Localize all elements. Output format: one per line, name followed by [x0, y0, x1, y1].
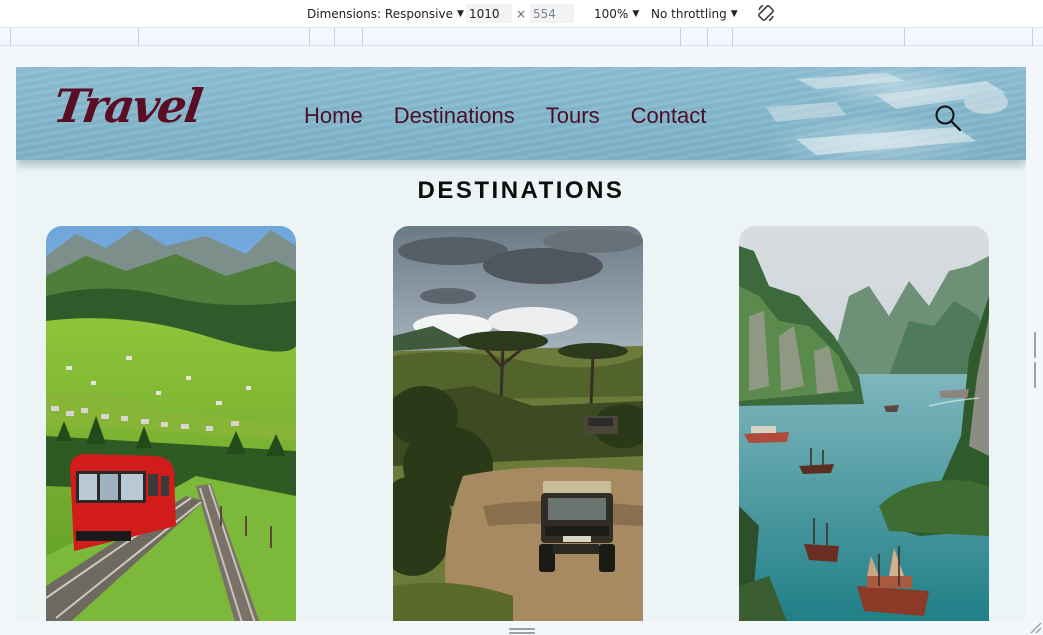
- section-title: DESTINATIONS: [417, 177, 625, 204]
- emulated-viewport: Travel Home Destinations Tours Contact D…: [16, 67, 1026, 621]
- chevron-down-icon: ▼: [632, 8, 640, 19]
- dimensions-label: Dimensions: Responsive: [307, 6, 453, 21]
- dimensions-dropdown[interactable]: Dimensions: Responsive ▼: [307, 0, 464, 27]
- throttling-label: No throttling: [651, 6, 727, 21]
- chevron-down-icon: ▼: [730, 8, 738, 19]
- site-header: Travel Home Destinations Tours Contact: [16, 67, 1026, 160]
- boats-background-image: [766, 73, 1008, 155]
- viewport-bottom-resize-handle[interactable]: [509, 628, 535, 634]
- zoom-label: 100%: [594, 6, 629, 21]
- devtools-device-toolbar: Dimensions: Responsive ▼ × 100% ▼ No thr…: [0, 0, 1043, 27]
- destination-card-halong-bay[interactable]: [739, 226, 989, 621]
- width-input[interactable]: [466, 4, 512, 23]
- nav-item-home[interactable]: Home: [304, 103, 363, 129]
- media-query-ruler[interactable]: [0, 27, 1043, 47]
- halong-bay-image: [739, 226, 989, 621]
- alps-train-image: [46, 226, 296, 621]
- main-nav: Home Destinations Tours Contact: [304, 103, 706, 129]
- nav-item-destinations[interactable]: Destinations: [394, 103, 515, 129]
- nav-item-tours[interactable]: Tours: [546, 103, 600, 129]
- nav-item-contact[interactable]: Contact: [631, 103, 707, 129]
- height-input[interactable]: [530, 4, 574, 23]
- viewport-corner-resize-handle[interactable]: [1028, 620, 1042, 634]
- times-symbol: ×: [516, 6, 527, 21]
- throttling-dropdown[interactable]: No throttling ▼: [651, 0, 738, 27]
- safari-jeep-image: [393, 226, 643, 621]
- zoom-dropdown[interactable]: 100% ▼: [594, 0, 639, 27]
- chevron-down-icon: ▼: [456, 8, 464, 19]
- viewport-right-resize-handle[interactable]: [1034, 332, 1040, 388]
- rotate-icon[interactable]: [756, 3, 776, 23]
- destination-card-safari[interactable]: [393, 226, 643, 621]
- search-icon[interactable]: [934, 104, 962, 132]
- site-logo[interactable]: Travel: [50, 79, 204, 133]
- destination-card-alps[interactable]: [46, 226, 296, 621]
